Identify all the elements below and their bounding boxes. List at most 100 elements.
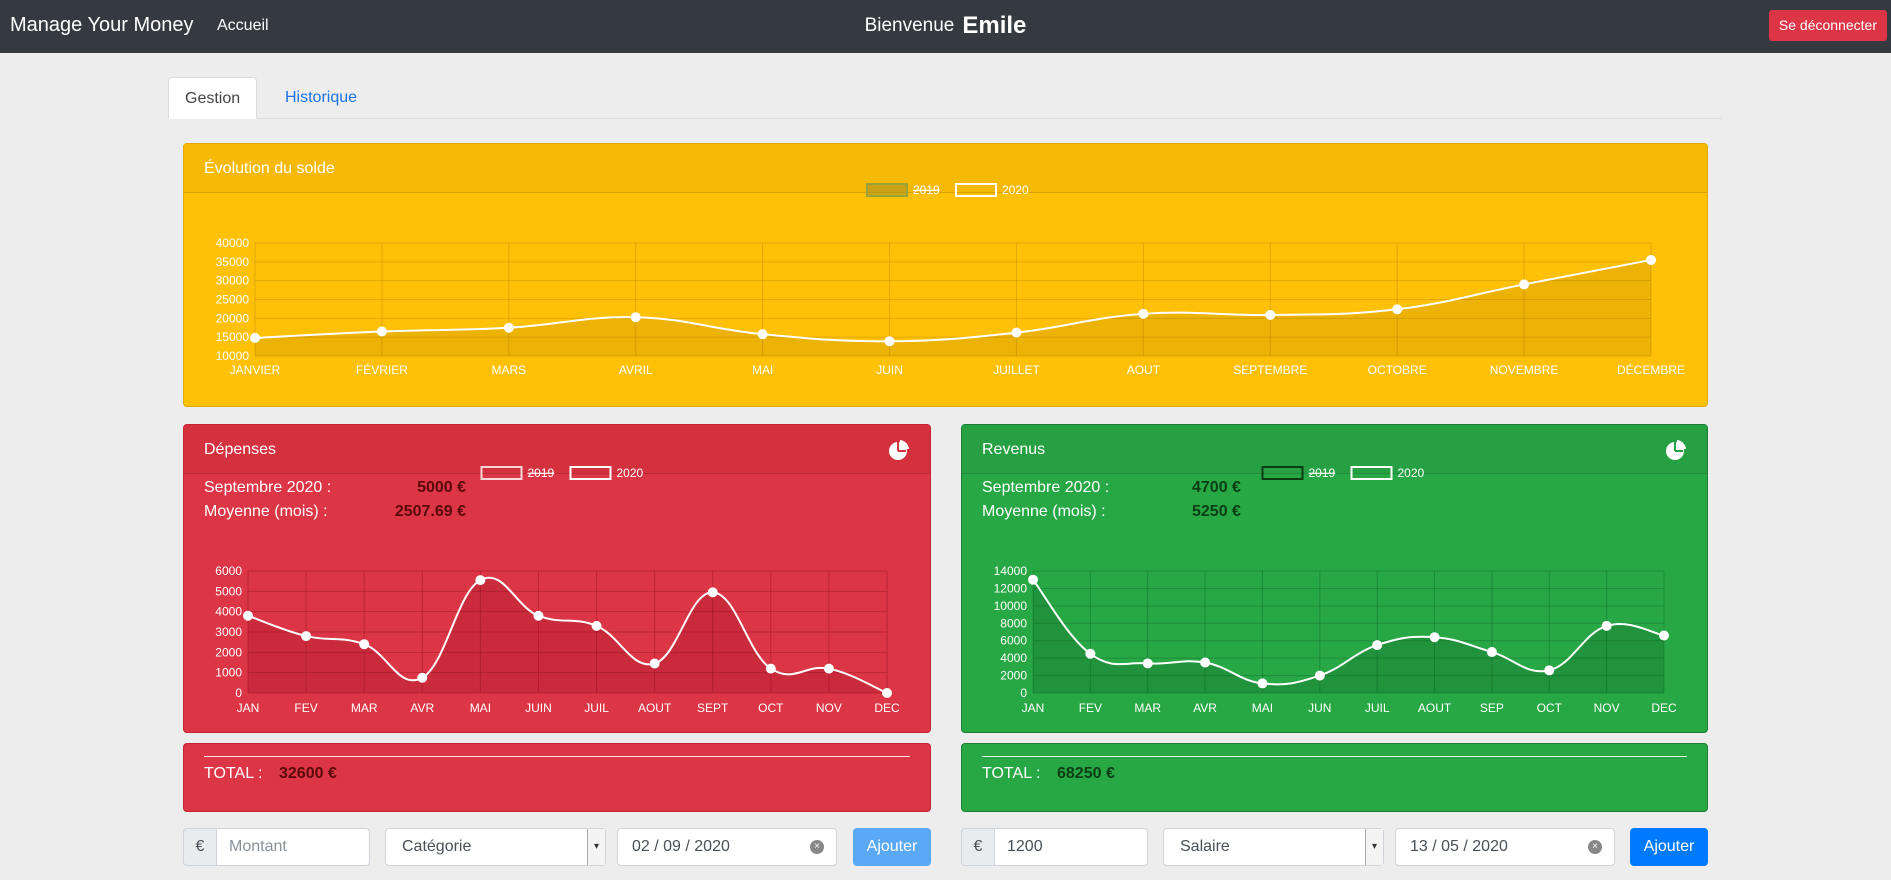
y-tick-label: 2000	[215, 645, 242, 659]
logout-button[interactable]: Se déconnecter	[1768, 10, 1887, 41]
expense-category-value: Catégorie	[402, 838, 472, 855]
revenue-date-input[interactable]: 13 / 05 / 2020 ×	[1395, 828, 1615, 866]
data-point	[765, 663, 776, 674]
revenue-amount-input[interactable]: 1200	[994, 828, 1148, 866]
x-tick-label: AOUT	[1418, 701, 1452, 715]
revenues-total-label: TOTAL :	[982, 765, 1041, 782]
revenues-chart: 2019 2020 0 2000 4000 6000 8000 10000 12000 14000…	[994, 466, 1677, 715]
revenue-add-button[interactable]: Ajouter	[1630, 828, 1708, 866]
data-point	[250, 332, 260, 343]
data-point	[301, 631, 312, 642]
revenues-card: Revenus Septembre 2020 : 4700 € Moyenne …	[961, 424, 1708, 733]
data-point	[1372, 640, 1383, 651]
x-tick-label: MARS	[491, 363, 526, 377]
x-tick-label: SEP	[1480, 701, 1504, 715]
chevron-down-icon[interactable]: ▾	[1365, 829, 1383, 865]
data-point	[417, 672, 428, 683]
y-tick-label: 5000	[215, 584, 242, 598]
x-tick-label: AOUT	[1127, 363, 1161, 377]
x-tick-label: JUIN	[525, 701, 552, 715]
revenues-total-value: 68250 €	[1057, 765, 1115, 782]
data-point	[823, 663, 834, 674]
tab-historique[interactable]: Historique	[269, 77, 373, 119]
revenue-date-value: 13 / 05 / 2020	[1410, 838, 1508, 855]
y-tick-label: 6000	[1000, 634, 1027, 648]
data-point	[1028, 574, 1038, 585]
y-tick-label: 4000	[1000, 651, 1027, 665]
data-point	[1544, 665, 1555, 676]
balance-chart: 2019 2020 10000 15000 20000 25000 30000 35000 40…	[216, 183, 1685, 377]
revenue-category-select[interactable]: Salaire ▾	[1163, 828, 1384, 866]
data-point	[1138, 308, 1149, 319]
x-tick-label: SEPT	[697, 701, 729, 715]
expense-category-select[interactable]: Catégorie ▾	[385, 828, 606, 866]
legend-swatch-2019	[480, 466, 523, 480]
x-tick-label: OCT	[758, 701, 784, 715]
data-point	[359, 639, 370, 650]
y-tick-label: 20000	[216, 311, 250, 325]
y-tick-label: 4000	[215, 605, 242, 619]
series-area-2020	[255, 259, 1651, 356]
expense-date-value: 02 / 09 / 2020	[632, 838, 730, 855]
x-tick-label: JANVIER	[230, 363, 281, 377]
clear-date-icon[interactable]: ×	[810, 840, 824, 854]
data-point	[475, 575, 486, 586]
legend-swatch-2019	[866, 183, 908, 197]
clear-date-icon[interactable]: ×	[1588, 840, 1602, 854]
revenue-category-value: Salaire	[1180, 838, 1230, 855]
data-point	[533, 610, 544, 621]
data-point	[882, 688, 892, 698]
revenue-amount-group: € 1200	[961, 828, 1148, 866]
data-point	[1392, 304, 1403, 315]
data-point	[376, 326, 387, 337]
nav-link-home[interactable]: Accueil	[217, 17, 269, 35]
x-tick-label: MAI	[470, 701, 491, 715]
brand-title[interactable]: Manage Your Money	[10, 14, 193, 37]
y-tick-label: 2000	[1000, 669, 1027, 683]
data-point	[757, 329, 768, 340]
legend-swatch-2020	[569, 466, 612, 480]
series-area-2020	[1033, 579, 1664, 693]
y-tick-label: 10000	[216, 349, 250, 363]
expenses-card: Dépenses Septembre 2020 : 5000 € Moyenne…	[183, 424, 931, 733]
x-tick-label: AVR	[410, 701, 434, 715]
x-tick-label: FEV	[1079, 701, 1102, 715]
expenses-chart: 2019 2020 0 1000 2000 3000 4000 5000 6000 JAN FEV M…	[215, 466, 900, 715]
data-point	[1519, 279, 1530, 290]
x-tick-label: AVRIL	[619, 363, 653, 377]
x-tick-label: JAN	[1022, 701, 1045, 715]
chevron-down-icon[interactable]: ▾	[587, 829, 605, 865]
x-tick-label: JUIL	[1365, 701, 1390, 715]
user-name: Emile	[962, 12, 1027, 39]
data-point	[630, 312, 641, 323]
balance-card: Évolution du solde 2019 2020 10000 15000 200…	[183, 143, 1708, 407]
chart-legend: 2019 2020	[866, 183, 1029, 197]
euro-addon: €	[183, 828, 216, 866]
data-point	[1200, 657, 1211, 668]
y-tick-label: 1000	[215, 666, 242, 680]
expense-add-button[interactable]: Ajouter	[853, 828, 931, 866]
expense-date-input[interactable]: 02 / 09 / 2020 ×	[617, 828, 837, 866]
tab-gestion[interactable]: Gestion	[168, 77, 258, 119]
legend-label-2019: 2019	[528, 466, 555, 480]
data-point	[243, 610, 253, 621]
x-tick-label: MAI	[752, 363, 773, 377]
x-tick-label: OCTOBRE	[1368, 363, 1427, 377]
x-tick-label: JUIL	[584, 701, 609, 715]
y-tick-label: 35000	[216, 255, 250, 269]
divider	[982, 756, 1687, 757]
y-tick-label: 12000	[994, 581, 1028, 595]
legend-label-2020: 2020	[1398, 466, 1425, 480]
tab-bar: Gestion Historique	[168, 77, 1722, 119]
expenses-total-card: TOTAL : 32600 €	[183, 743, 931, 812]
x-tick-label: MAR	[1134, 701, 1161, 715]
top-navbar: Manage Your Money Accueil Bienvenue Emile…	[0, 0, 1891, 53]
divider	[204, 756, 910, 757]
data-point	[1011, 327, 1022, 338]
legend-swatch-2019	[1261, 466, 1304, 480]
data-point	[1429, 632, 1440, 643]
x-tick-label: DEC	[1651, 701, 1677, 715]
legend-label-2019: 2019	[913, 183, 940, 197]
x-tick-label: JUN	[1308, 701, 1331, 715]
expense-amount-input[interactable]: Montant	[216, 828, 370, 866]
